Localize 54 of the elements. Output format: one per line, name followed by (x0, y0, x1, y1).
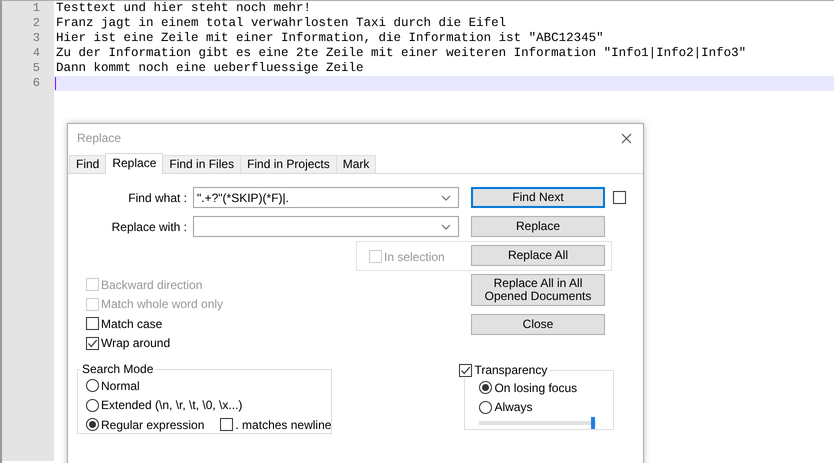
line-number: 1 (2, 1, 54, 16)
code-line: Hier ist eine Zeile mit einer Information, die Information ist "ABC12345" (55, 31, 604, 46)
checkbox-label: Transparency (474, 363, 548, 377)
combo-field[interactable]: ".+?"(*SKIP)(*F)|. (193, 187, 459, 208)
line-number: 2 (2, 16, 54, 31)
tab[interactable]: Replace (105, 153, 164, 174)
radio-button[interactable] (86, 418, 99, 432)
dialog-title: Replace (77, 131, 122, 145)
tab[interactable]: Find in Projects (240, 155, 337, 173)
radio-label: Extended (\n, \r, \t, \0, \x...) (101, 398, 242, 412)
close-icon[interactable] (621, 132, 632, 144)
radio-button[interactable] (86, 379, 99, 392)
text-caret (55, 77, 56, 90)
dialog-button[interactable]: Find Next (471, 187, 605, 208)
group-title: Search Mode (82, 362, 154, 376)
checkbox-label: Wrap around (101, 336, 170, 350)
dialog-button[interactable]: Replace (471, 216, 605, 237)
dialog-button[interactable]: Replace All (471, 245, 605, 266)
checkbox[interactable] (613, 191, 626, 204)
radio-label: Always (494, 400, 532, 414)
tab[interactable]: Find in Files (162, 155, 242, 173)
code-line: Franz jagt in einem total verwahrlosten Taxi durch die Eifel (55, 16, 506, 31)
checkbox[interactable] (220, 418, 234, 432)
checkbox[interactable] (86, 336, 99, 350)
line-number: 3 (2, 31, 54, 46)
checkbox-label: Match whole word only (101, 297, 224, 312)
transparency-slider[interactable] (479, 417, 596, 429)
radio-button[interactable] (86, 398, 99, 412)
tab[interactable]: Mark (336, 155, 376, 173)
code-line: Zu der Information gibt es eine 2te Zeile mit einer weiteren Information "Info1|Info2|Info3" (55, 46, 746, 61)
combo-field[interactable] (193, 216, 459, 237)
radio-label: Normal (101, 378, 140, 393)
radio-button[interactable] (479, 381, 492, 394)
checkbox-label: In selection (384, 250, 445, 264)
line-number: 5 (2, 61, 54, 76)
chevron-down-icon[interactable] (441, 194, 451, 200)
radio-label: Regular expression (101, 418, 204, 432)
checkbox-label: Backward direction (101, 278, 202, 292)
dialog-button[interactable]: Close (471, 314, 605, 335)
field-label: Replace with : (110, 220, 187, 234)
tab[interactable]: Find (69, 155, 106, 173)
line-number: 4 (2, 46, 54, 61)
code-line: Dann kommt noch eine ueberfluessige Zeile (55, 61, 364, 76)
field-label: Find what : (127, 190, 187, 204)
checkbox-label: Match case (101, 316, 162, 331)
chevron-down-icon[interactable] (441, 224, 451, 230)
checkbox[interactable] (86, 317, 99, 330)
line-number: 6 (2, 76, 54, 91)
dialog-button[interactable]: Replace All in All Opened Documents (471, 274, 605, 306)
checkbox[interactable] (459, 364, 472, 376)
checkbox-label: . matches newline (235, 418, 332, 432)
code-line: Testtext und hier steht noch mehr! (55, 1, 312, 16)
radio-label: On losing focus (494, 380, 578, 395)
radio-button[interactable] (479, 400, 492, 414)
